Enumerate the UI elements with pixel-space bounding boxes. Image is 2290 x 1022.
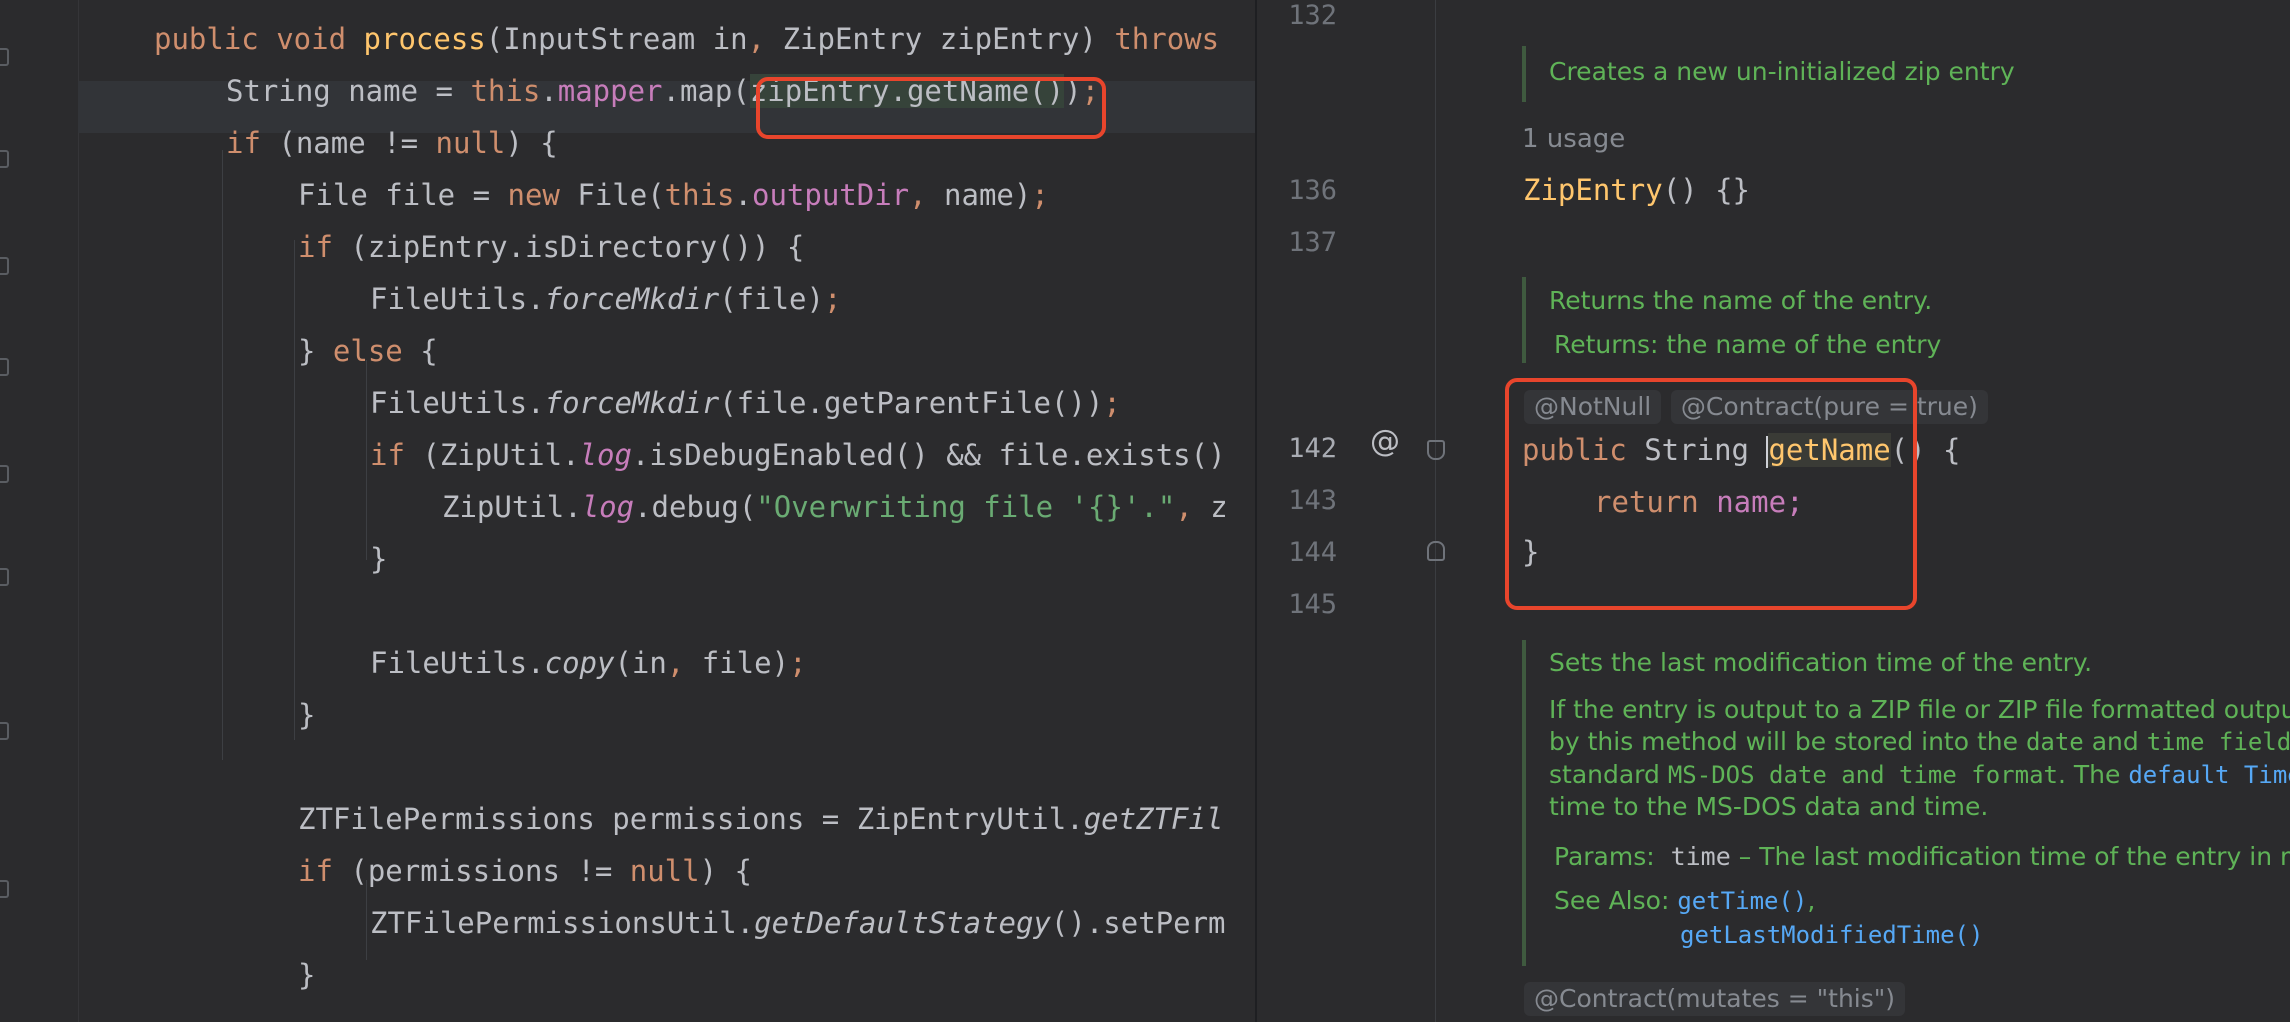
line-number: 142 xyxy=(1288,433,1337,464)
constructor-name[interactable]: ZipEntry xyxy=(1523,173,1663,207)
doc-paragraph: standard MS-DOS date and time format. Th… xyxy=(1549,758,2290,792)
line-number: 137 xyxy=(1288,227,1337,258)
fold-marker[interactable] xyxy=(0,568,9,586)
code-line[interactable]: if (zipEntry.isDirectory()) { xyxy=(298,221,804,273)
doc-bar xyxy=(1522,277,1526,363)
doc-paragraph: time to the MS-DOS data and time. xyxy=(1549,792,1989,821)
main-editor[interactable]: public void process(InputStream in, ZipE… xyxy=(0,0,1255,1022)
doc-see-also: See Also: getTime(), xyxy=(1554,886,1816,915)
code-line[interactable]: FileUtils.forceMkdir(file); xyxy=(370,273,841,325)
annotations-row: @Contract(mutates = "this") xyxy=(1524,982,1906,1016)
annotation-contract-mutates: @Contract(mutates = "this") xyxy=(1524,982,1906,1016)
fold-marker[interactable] xyxy=(0,48,9,66)
code-line[interactable]: } xyxy=(298,689,315,741)
code-line[interactable]: ZTFilePermissions permissions = ZipEntry… xyxy=(298,793,1223,845)
code-line[interactable]: FileUtils.forceMkdir(file.getParentFile(… xyxy=(370,377,1121,429)
code-line[interactable]: } xyxy=(370,533,387,585)
doc-comment: Returns the name of the entry. xyxy=(1549,286,1933,315)
indent-guide xyxy=(366,360,367,560)
doc-see-also: getLastModifiedTime() xyxy=(1680,918,1983,952)
highlight-box-call xyxy=(756,77,1106,139)
doc-link[interactable]: default Time xyxy=(2128,761,2290,789)
fold-marker[interactable] xyxy=(0,722,9,740)
indent-guide xyxy=(366,880,367,960)
line-number: 145 xyxy=(1288,589,1337,620)
popup-gutter: 132 136 137 142 143 144 145 @ xyxy=(1257,0,1445,1022)
code-line[interactable]: } xyxy=(298,949,315,1001)
fold-marker[interactable] xyxy=(0,257,9,275)
doc-paragraph: by this method will be stored into the d… xyxy=(1549,727,2290,756)
editor-gutter[interactable] xyxy=(0,0,79,1022)
code-line[interactable]: if (ZipUtil.log.isDebugEnabled() && file… xyxy=(370,429,1226,481)
code-line[interactable]: ZTFilePermissionsUtil.getDefaultStategy(… xyxy=(370,897,1226,949)
doc-paragraph: If the entry is output to a ZIP file or … xyxy=(1549,695,2290,724)
fold-marker[interactable] xyxy=(0,465,9,483)
line-number: 144 xyxy=(1288,537,1337,568)
see-also-link[interactable]: getLastModifiedTime() xyxy=(1680,921,1983,949)
fold-marker[interactable] xyxy=(0,880,9,898)
quick-definition-popup[interactable]: 132 136 137 142 143 144 145 @ Creates a … xyxy=(1255,0,2290,1022)
constructor-body: () {} xyxy=(1662,173,1750,207)
fold-end-icon[interactable] xyxy=(1427,541,1445,561)
usages-link[interactable]: 1 usage xyxy=(1522,124,1625,154)
doc-returns: Returns: the name of the entry xyxy=(1554,330,1942,359)
code-line[interactable]: File file = new File(this.outputDir, nam… xyxy=(298,169,1049,221)
code-line[interactable]: } else { xyxy=(298,325,438,377)
see-also-link[interactable]: getTime() xyxy=(1677,887,1807,915)
doc-params: Params: time – The last modification tim… xyxy=(1554,842,2290,871)
doc-bar xyxy=(1522,640,1526,966)
indent-guide xyxy=(294,240,295,740)
fold-marker[interactable] xyxy=(0,150,9,168)
line-number: 143 xyxy=(1288,485,1337,516)
code-line[interactable]: ZipUtil.log.debug("Overwriting file '{}'… xyxy=(442,481,1228,533)
indent-guide xyxy=(222,150,223,760)
highlight-box-method xyxy=(1505,378,1917,610)
code-line[interactable]: public void process(InputStream in, ZipE… xyxy=(154,13,1219,65)
implements-icon[interactable]: @ xyxy=(1370,424,1400,459)
doc-comment: Creates a new un-initialized zip entry xyxy=(1549,57,2015,86)
fold-marker[interactable] xyxy=(0,358,9,376)
line-number: 132 xyxy=(1288,0,1337,31)
code-line[interactable]: if (name != null) { xyxy=(226,117,558,169)
doc-bar xyxy=(1522,46,1526,102)
doc-title: Sets the last modification time of the e… xyxy=(1549,648,2093,677)
fold-start-icon[interactable] xyxy=(1427,440,1445,460)
constructor-line: ZipEntry() {} xyxy=(1523,168,1750,212)
code-line[interactable]: FileUtils.copy(in, file); xyxy=(370,637,807,689)
line-number: 136 xyxy=(1288,175,1337,206)
